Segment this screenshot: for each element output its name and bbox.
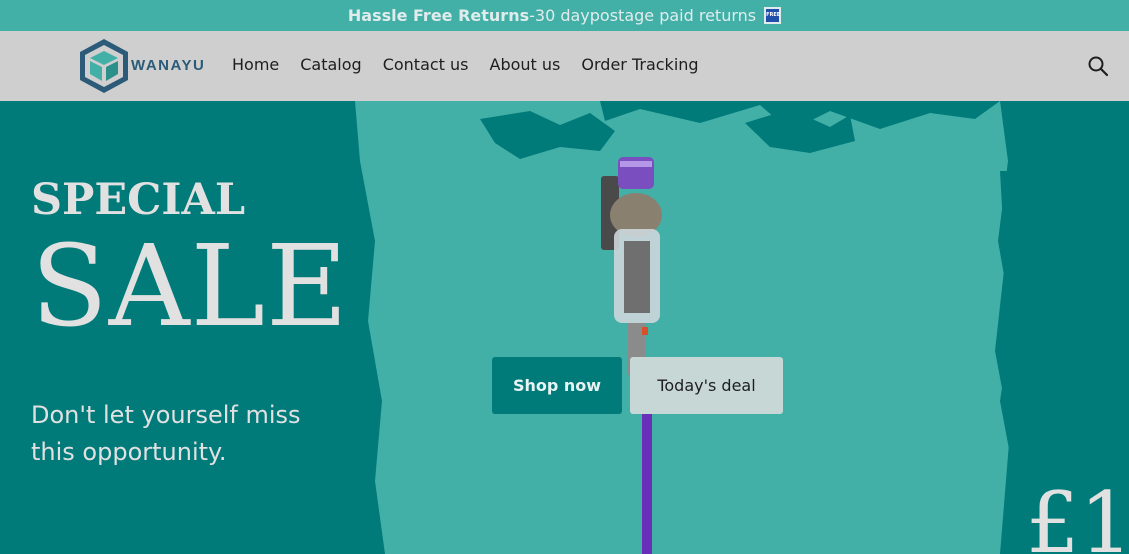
nav-catalog[interactable]: Catalog <box>300 55 361 74</box>
vacuum-product-image <box>601 157 662 554</box>
hero-headline: SALE <box>31 222 349 352</box>
announcement-text: -30 daypostage paid returns <box>529 6 757 25</box>
hero-price-partial: £1 <box>1026 474 1129 554</box>
free-badge-icon: FREE <box>764 7 782 24</box>
todays-deal-button[interactable]: Today's deal <box>630 357 783 414</box>
announcement-bold: Hassle Free Returns <box>347 6 530 25</box>
logo-text: WANAYU <box>131 57 205 74</box>
hero-kicker: SPECIAL <box>31 175 246 225</box>
nav-home[interactable]: Home <box>232 55 279 74</box>
main-nav: Home Catalog Contact us About us Order T… <box>232 55 699 74</box>
nav-about-us[interactable]: About us <box>490 55 561 74</box>
shop-now-button[interactable]: Shop now <box>492 357 622 414</box>
search-icon[interactable] <box>1086 54 1110 78</box>
logo-text-label: WANAYU <box>131 57 206 74</box>
nav-contact-us[interactable]: Contact us <box>383 55 469 74</box>
nav-order-tracking[interactable]: Order Tracking <box>581 55 698 74</box>
site-header: WANAYU Home Catalog Contact us About us … <box>0 31 1129 101</box>
announcement-bar: Hassle Free Returns -30 daypostage paid … <box>0 0 1129 31</box>
hero-tagline: Don't let yourself miss this opportunity… <box>31 401 301 466</box>
hero-banner: SPECIAL SALE Don't let yourself miss thi… <box>0 101 1129 554</box>
